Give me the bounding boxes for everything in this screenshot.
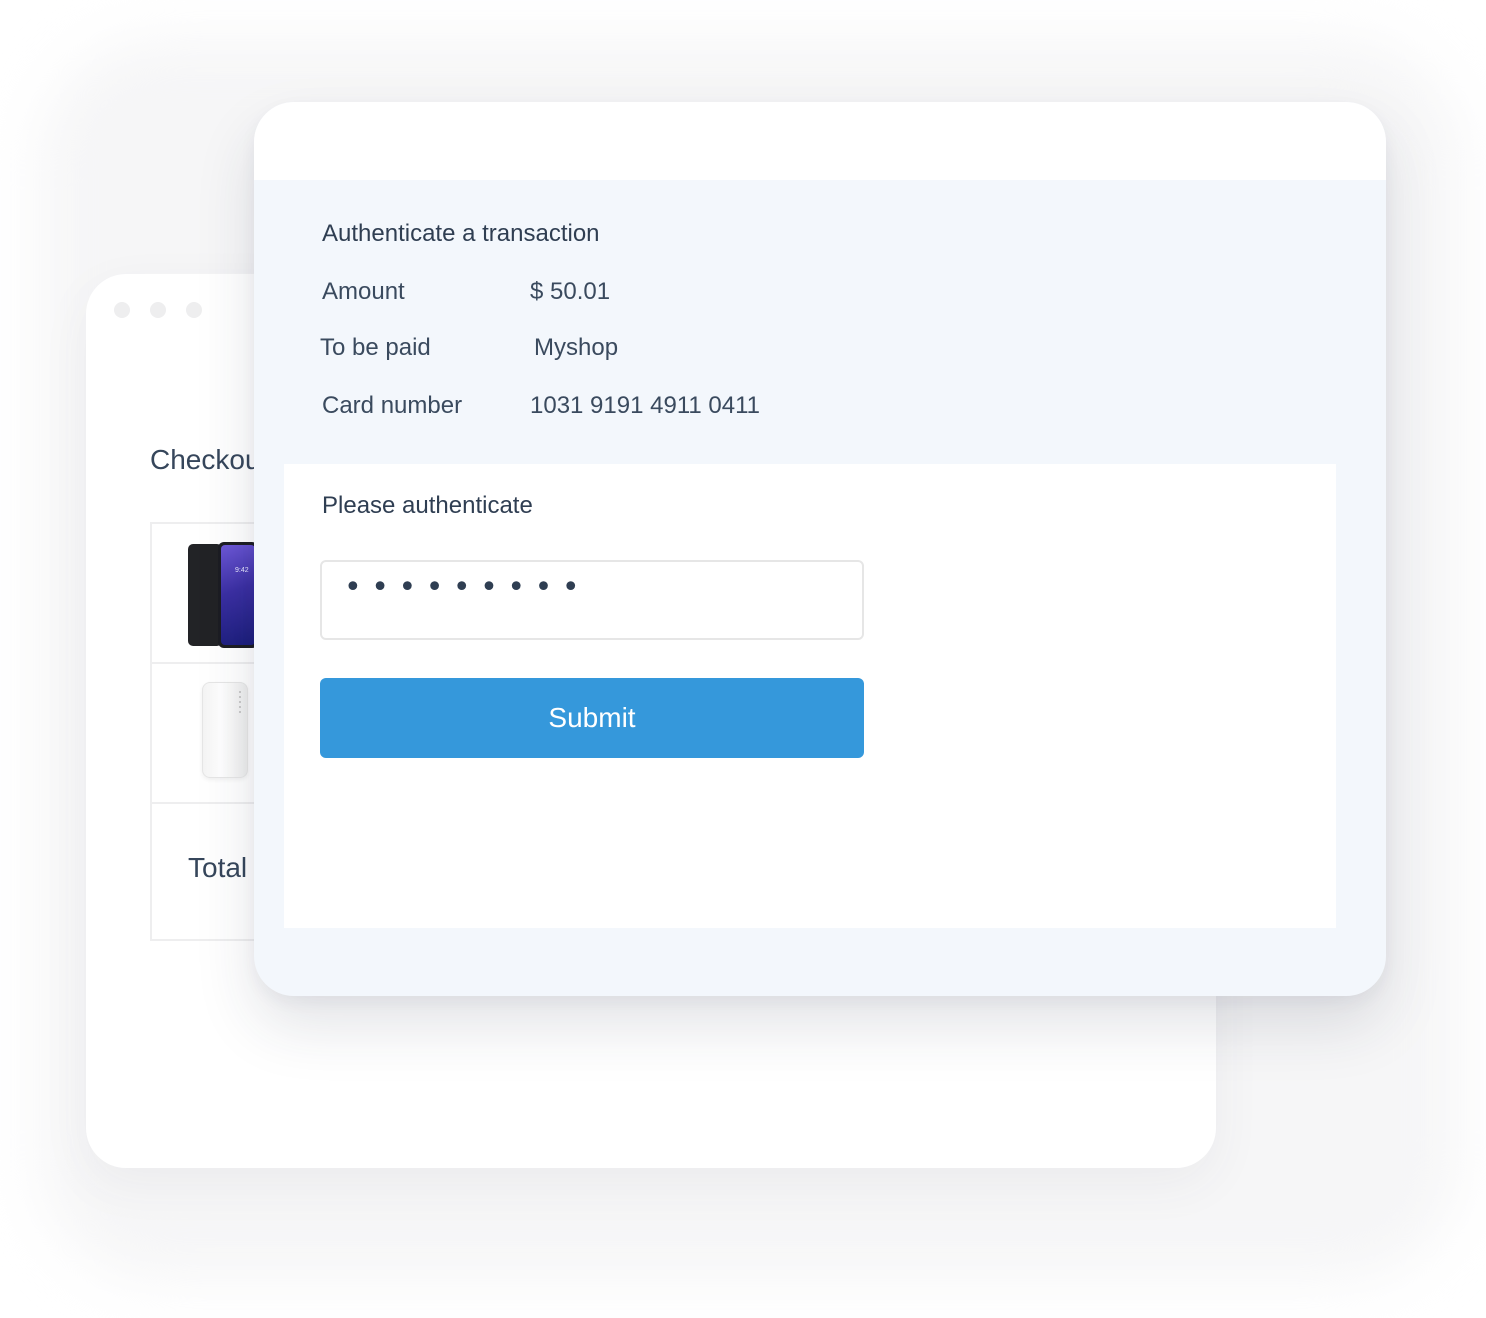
payee-label: To be paid [320,334,431,361]
checkout-title: Checkout [150,444,269,475]
auth-prompt: Please authenticate [322,492,533,519]
submit-button[interactable]: Submit [320,678,864,758]
window-minimize-dot[interactable] [150,302,166,318]
authentication-card: Please authenticate • • • • • • • • • Su… [284,464,1336,928]
phone-front: 9:42 [218,542,258,648]
amount-value: $ 50.01 [530,278,611,305]
authentication-window: Authenticate a transaction Amount $ 50.0… [254,102,1386,996]
total-label: Total [188,852,248,883]
window-maximize-dot[interactable] [186,302,202,318]
phone-back [188,544,222,646]
window-close-dot[interactable] [114,302,130,318]
auth-title: Authenticate a transaction [322,220,600,247]
power-bank-leds [239,691,241,715]
phone-product-image: 9:42 [188,542,258,648]
auth-window-header [254,102,1386,180]
card-number-value: 1031 9191 4911 0411 [530,392,761,419]
power-bank-product-image [202,682,248,778]
card-number-label: Card number [322,392,463,419]
payee-value: Myshop [534,334,619,361]
authentication-code-input[interactable]: • • • • • • • • • [320,560,864,640]
amount-label: Amount [322,278,405,305]
window-controls [114,302,202,318]
phone-screen-time: 9:42 [235,567,249,574]
phone-screen: 9:42 [221,545,255,645]
